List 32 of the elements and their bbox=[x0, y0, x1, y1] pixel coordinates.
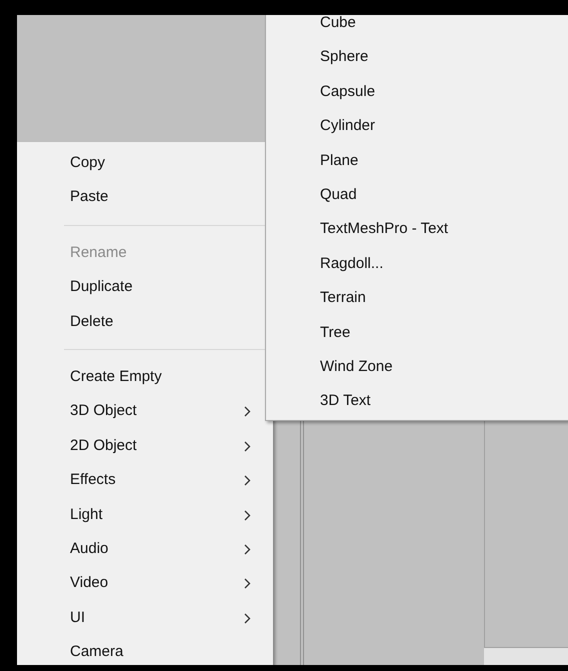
submenu-item[interactable]: Cube bbox=[266, 6, 568, 40]
menu-item[interactable]: Camera bbox=[17, 635, 265, 670]
submenu-item[interactable]: Wind Zone bbox=[266, 350, 568, 384]
menu-item[interactable]: Effects bbox=[17, 463, 265, 498]
submenu-item[interactable]: Terrain bbox=[266, 281, 568, 316]
submenu-item[interactable]: Sphere bbox=[266, 40, 568, 75]
chevron-right-icon bbox=[244, 406, 251, 418]
menu-item[interactable]: Audio bbox=[17, 532, 265, 566]
chevron-right-icon bbox=[244, 510, 251, 521]
menu-item[interactable]: UI bbox=[17, 600, 265, 636]
submenu-item[interactable]: Plane bbox=[266, 144, 568, 178]
menu-item[interactable]: Light bbox=[17, 498, 265, 532]
menu-item[interactable]: Video bbox=[17, 566, 265, 601]
chevron-right-icon bbox=[244, 612, 251, 624]
chevron-right-icon bbox=[244, 440, 251, 452]
menu-item[interactable]: Copy bbox=[17, 146, 265, 180]
submenu-item[interactable]: Capsule bbox=[266, 74, 568, 110]
menu-item[interactable]: Create Empty bbox=[17, 360, 265, 394]
submenu-item[interactable]: Tree bbox=[266, 316, 568, 350]
submenu-item[interactable]: TextMeshPro - Text bbox=[266, 212, 568, 247]
menu-item[interactable]: 2D Object bbox=[17, 428, 265, 464]
chevron-right-icon bbox=[244, 475, 251, 486]
submenu-item[interactable]: Ragdoll... bbox=[266, 246, 568, 282]
menu-item[interactable]: 3D Object bbox=[17, 394, 265, 429]
submenu-item[interactable]: Quad bbox=[266, 178, 568, 212]
chevron-right-icon bbox=[244, 578, 251, 590]
chevron-right-icon bbox=[244, 544, 251, 555]
menu-item[interactable]: Duplicate bbox=[17, 270, 265, 305]
submenu-item[interactable]: 3D Text bbox=[266, 384, 568, 419]
menu-item[interactable]: Paste bbox=[17, 180, 265, 215]
menu-item[interactable]: Delete bbox=[17, 304, 265, 339]
submenu-item[interactable]: Cylinder bbox=[266, 109, 568, 144]
